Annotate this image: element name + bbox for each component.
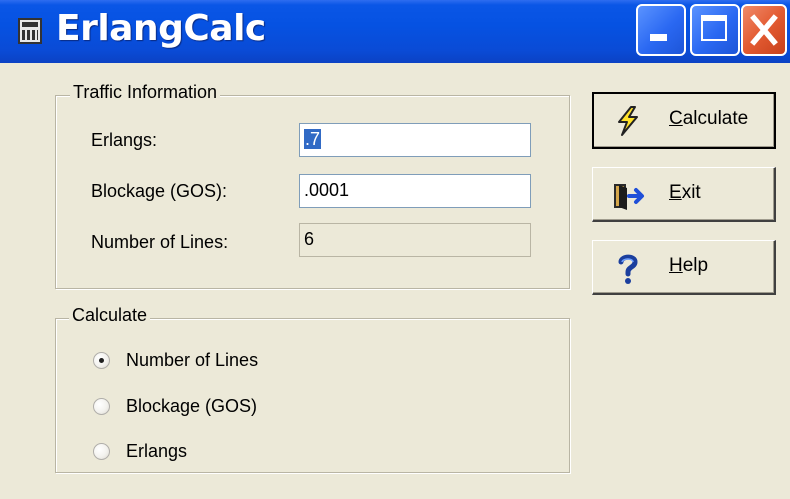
radio-button[interactable] — [93, 442, 110, 460]
calculate-button[interactable]: Calculate — [592, 92, 776, 149]
radio-erlangs[interactable]: Erlangs — [93, 439, 187, 463]
radio-blockage-gos[interactable]: Blockage (GOS) — [93, 394, 257, 418]
question-mark-icon — [618, 254, 638, 284]
radio-button-checked[interactable] — [93, 351, 110, 369]
calculator-icon[interactable] — [18, 18, 42, 44]
blockage-gos-label: Blockage (GOS): — [91, 181, 228, 201]
number-of-lines-label: Number of Lines: — [91, 232, 229, 252]
radio-label-number-of-lines: Number of Lines — [126, 349, 259, 370]
calculate-button-label: Calculate — [669, 108, 749, 129]
lightning-icon — [618, 106, 638, 136]
maximize-icon — [701, 15, 727, 41]
radio-label-erlangs: Erlangs — [126, 440, 188, 461]
exit-button[interactable]: Exit — [592, 167, 776, 222]
close-button[interactable] — [741, 4, 787, 56]
erlangcalc-window: ErlangCalc Traffic Information Erlangs: … — [0, 0, 790, 499]
help-button[interactable]: Help — [592, 240, 776, 295]
erlangs-label: Erlangs: — [91, 130, 158, 150]
window-title: ErlangCalc — [56, 8, 266, 49]
blockage-gos-input[interactable]: .0001 — [299, 174, 531, 208]
number-of-lines-value: 6 — [304, 229, 315, 249]
calculate-legend: Calculate — [69, 305, 151, 326]
erlangs-value: .7 — [304, 129, 322, 149]
help-button-label: Help — [669, 255, 709, 276]
blockage-gos-value: .0001 — [304, 180, 350, 200]
title-bar[interactable]: ErlangCalc — [0, 0, 790, 63]
erlangs-input[interactable]: .7 — [299, 123, 531, 157]
number-of-lines-output: 6 — [299, 223, 531, 257]
exit-door-icon — [614, 184, 644, 210]
radio-button[interactable] — [93, 397, 110, 415]
radio-label-blockage-gos: Blockage (GOS) — [126, 395, 258, 416]
minimize-icon — [650, 34, 667, 41]
maximize-button[interactable] — [690, 4, 740, 56]
traffic-information-legend: Traffic Information — [70, 82, 221, 103]
radio-number-of-lines[interactable]: Number of Lines — [93, 348, 258, 372]
close-icon — [750, 14, 778, 46]
minimize-button[interactable] — [636, 4, 686, 56]
exit-button-label: Exit — [669, 182, 701, 203]
